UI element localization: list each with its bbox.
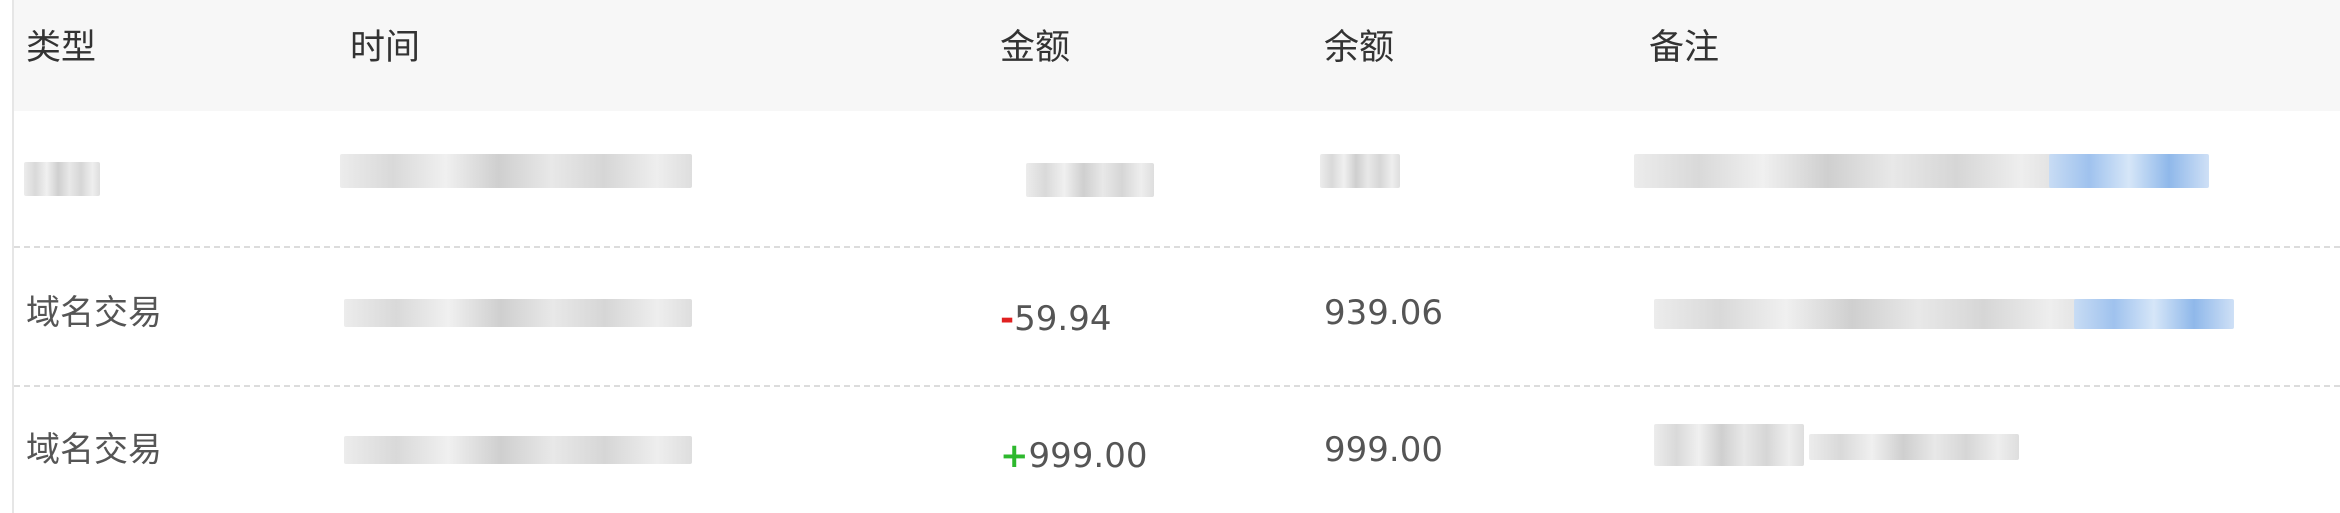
amount-sign-negative: - — [1000, 299, 1015, 339]
table-header: 类型 时间 金额 余额 备注 — [14, 0, 2340, 111]
amount-value: 999.00 — [1028, 436, 1148, 476]
amount-value: 59.94 — [1014, 299, 1112, 339]
table-row: 域名交易 -59.94 939.06 — [14, 247, 2340, 387]
cell-amount: +999.00 — [1000, 434, 1147, 478]
redacted-remark-link[interactable] — [2049, 154, 2209, 188]
redacted-time — [344, 436, 692, 464]
redacted-remark — [1654, 299, 2094, 329]
transaction-table: 类型 时间 金额 余额 备注 域名交易 -59.94 939.06 域名交易 +… — [0, 0, 2340, 513]
redacted-time — [340, 154, 692, 188]
header-type: 类型 — [26, 28, 97, 68]
redacted-balance — [1320, 154, 1400, 188]
header-remark: 备注 — [1649, 28, 1720, 68]
amount-sign-positive: + — [1000, 436, 1029, 476]
redacted-amount — [1026, 163, 1154, 197]
table-row: 域名交易 +999.00 999.00 — [14, 386, 2340, 513]
cell-balance: 999.00 — [1324, 430, 1443, 470]
cell-type: 域名交易 — [26, 293, 162, 333]
cell-amount: -59.94 — [1000, 297, 1111, 341]
redacted-remark-extra — [1809, 434, 2019, 460]
redacted-remark — [1634, 154, 2064, 188]
redacted-remark-link[interactable] — [2074, 299, 2234, 329]
table-row — [14, 111, 2340, 248]
redacted-time — [344, 299, 692, 327]
header-amount: 金额 — [1000, 28, 1071, 68]
cell-type: 域名交易 — [26, 430, 162, 470]
cell-balance: 939.06 — [1324, 293, 1443, 333]
redacted-type — [24, 162, 100, 196]
header-time: 时间 — [350, 28, 421, 68]
header-balance: 余额 — [1324, 28, 1395, 68]
redacted-remark — [1654, 424, 1804, 466]
